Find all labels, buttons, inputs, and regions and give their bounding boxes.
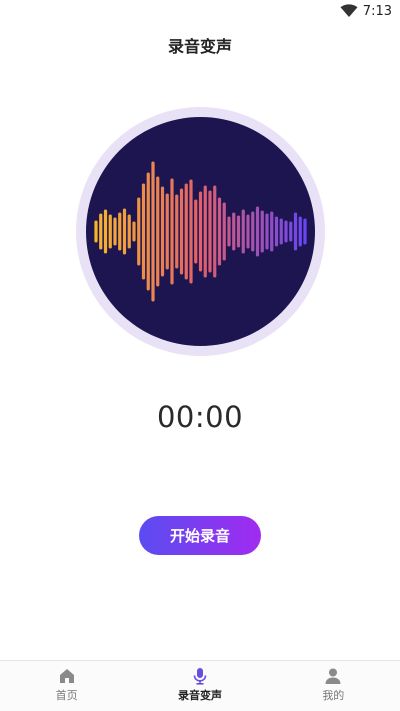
- tab-profile-label: 我的: [322, 689, 345, 702]
- waveform-bar: [94, 220, 98, 243]
- waveform-bar: [213, 185, 217, 278]
- waveform-bar: [227, 216, 231, 247]
- waveform-bar: [132, 221, 136, 242]
- waveform-bar: [113, 217, 117, 246]
- waveform-bar: [236, 215, 241, 248]
- waveform-bar: [156, 176, 160, 287]
- waveform-bar: [279, 218, 283, 245]
- waveform-bar: [194, 199, 198, 264]
- tab-home[interactable]: 首页: [0, 661, 133, 711]
- waveform-bar: [232, 212, 236, 251]
- waveform-bar: [170, 178, 174, 285]
- home-icon: [59, 669, 74, 683]
- waveform-bar: [118, 212, 122, 251]
- visualizer-ring: [76, 107, 325, 356]
- waveform-bar: [303, 218, 307, 245]
- tab-voice-changer-label: 录音变声: [177, 689, 222, 702]
- waveform-bar: [137, 197, 141, 266]
- waveform-bar: [270, 211, 274, 252]
- bottom-tab-bar: 首页 录音变声 我的: [0, 660, 400, 711]
- waveform-bar: [146, 172, 150, 291]
- waveform-bar: [165, 193, 169, 270]
- waveform-bar: [198, 191, 203, 272]
- tab-profile[interactable]: 我的: [267, 661, 400, 711]
- waveform-bar: [108, 214, 112, 249]
- waveform-bar: [103, 209, 108, 254]
- waveform-bar: [189, 179, 193, 284]
- waveform-bar: [298, 216, 302, 247]
- waveform-bar: [175, 194, 179, 269]
- wifi-icon: [340, 4, 358, 17]
- waveform-bar: [284, 220, 288, 243]
- waveform-bar: [184, 183, 188, 280]
- waveform-bar: [151, 161, 155, 302]
- tab-home-label: 首页: [55, 689, 78, 702]
- waveform-bar: [208, 190, 212, 273]
- microphone-icon: [193, 668, 207, 685]
- waveform-bar: [203, 185, 207, 278]
- waveform-visualizer: [94, 161, 307, 302]
- waveform-bar: [160, 186, 165, 277]
- waveform-bar: [274, 216, 279, 247]
- waveform-bar: [289, 221, 293, 242]
- waveform-bar: [246, 214, 250, 249]
- waveform-bar: [241, 209, 245, 254]
- status-time: 7:13: [362, 4, 392, 19]
- waveform-bar: [99, 213, 103, 250]
- status-bar: 7:13: [0, 0, 400, 24]
- waveform-bar: [127, 214, 131, 249]
- waveform-bar: [122, 208, 127, 255]
- waveform-bar: [265, 213, 269, 250]
- visualizer-disk: [86, 117, 315, 346]
- tab-voice-changer[interactable]: 录音变声: [133, 661, 266, 711]
- waveform-bar: [293, 212, 298, 251]
- waveform-bar: [255, 206, 260, 257]
- start-recording-button[interactable]: 开始录音: [139, 516, 261, 555]
- page-title: 录音变声: [167, 37, 232, 56]
- waveform-bar: [222, 202, 226, 261]
- recording-timer: 00:00: [156, 400, 244, 434]
- waveform-bar: [251, 211, 255, 252]
- waveform-bar: [179, 188, 184, 275]
- waveform-bar: [217, 197, 222, 266]
- waveform-bar: [141, 183, 146, 280]
- waveform-bar: [260, 210, 264, 253]
- user-icon: [325, 668, 341, 684]
